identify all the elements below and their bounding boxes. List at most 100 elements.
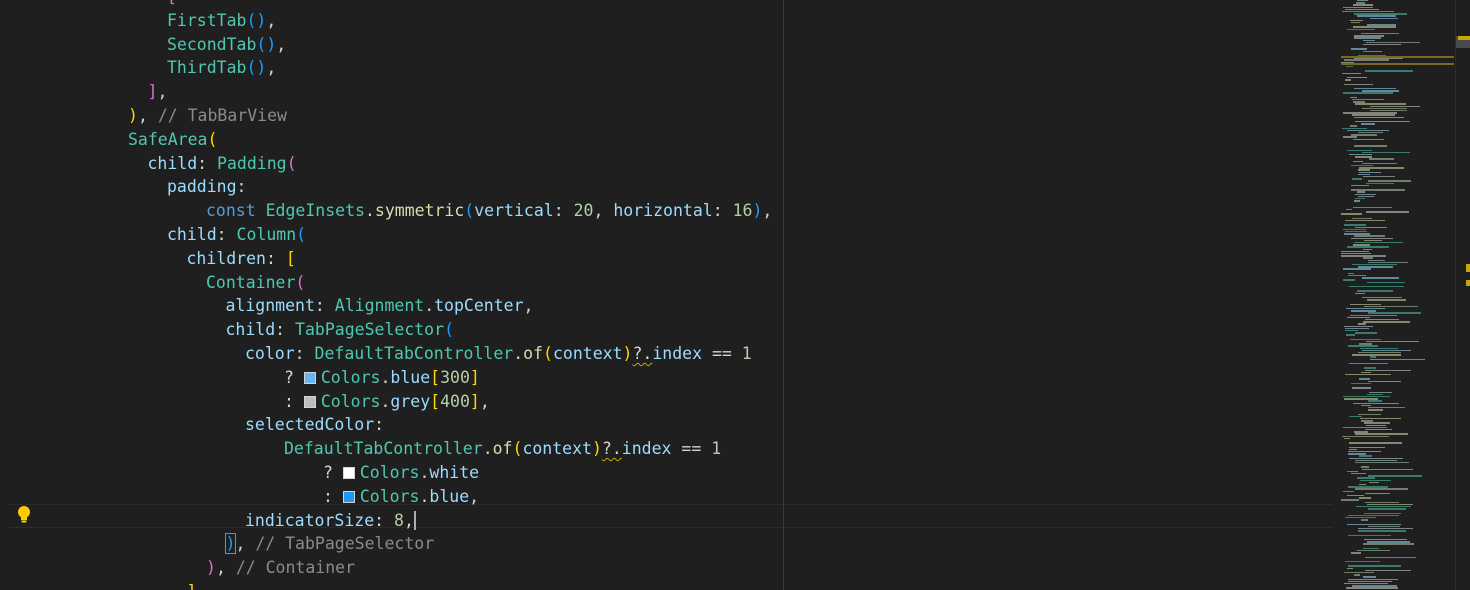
code-editor[interactable]: [FirstTab(),SecondTab(),ThirdTab(),],), … [0,0,1470,590]
minimap-line [1353,244,1370,246]
code-token: ( [464,201,475,221]
code-line[interactable]: ], [148,80,168,104]
minimap-line [1363,257,1373,259]
code-token: // TabBarView [157,106,287,125]
minimap-line [1369,391,1392,393]
vertical-scrollbar[interactable] [1455,0,1470,590]
code-token: color [245,344,295,363]
code-token: , [479,391,490,411]
code-token: of [523,344,544,363]
minimap-line [1351,134,1377,136]
minimap-line [1361,519,1368,521]
code-token: vertical [474,201,554,221]
minimap-line [1365,501,1399,503]
minimap-line [1368,312,1421,314]
minimap-line [1348,275,1366,277]
minimap-line [1367,299,1406,301]
code-token: ( [512,439,523,459]
minimap-line [1358,352,1401,354]
color-swatch[interactable] [342,490,355,503]
code-token: 1 [741,344,752,363]
color-swatch[interactable] [303,371,316,384]
code-token: ) [622,344,633,363]
minimap-line [1368,380,1401,382]
code-token: () [256,34,277,54]
code-line[interactable]: child: Padding( [148,152,297,176]
code-token: ) [752,201,763,221]
text-cursor [413,510,416,530]
code-token: : [374,415,385,435]
minimap-line [1367,281,1405,283]
code-line[interactable]: ), // TabPageSelector [224,532,434,556]
minimap-line [1351,48,1367,50]
code-token: 400 [440,391,470,411]
code-line[interactable]: ThirdTab(), [167,56,276,80]
code-token: Colors [359,486,420,506]
minimap-line [1365,492,1390,495]
code-line[interactable]: FirstTab(), [167,9,276,33]
code-line[interactable]: [ [167,0,177,9]
lightbulb-icon[interactable] [15,505,33,525]
minimap-line [1361,371,1371,374]
code-line[interactable]: ? Colors.white [323,461,479,485]
code-line[interactable]: const EdgeInsets.symmetric(vertical: 20,… [206,199,772,223]
code-line[interactable]: color: DefaultTabController.of(context)?… [245,342,752,366]
color-swatch[interactable] [303,395,316,408]
minimap-line [1364,539,1407,541]
code-token: : [323,486,343,506]
minimap-line [1363,248,1372,250]
minimap-line [1361,420,1373,422]
code-line[interactable]: ), // TabBarView [128,104,287,128]
code-token: ] [469,367,480,387]
minimap-line [1363,547,1379,550]
minimap-line [1361,33,1399,35]
code-line[interactable]: Container( [206,271,305,295]
code-line[interactable]: child: TabPageSelector( [226,318,455,342]
code-line[interactable]: padding: [167,175,246,199]
code-token: Container [206,272,296,292]
code-line[interactable]: selectedColor: [245,413,384,437]
code-token: , [593,201,614,221]
code-line[interactable]: SafeArea( [128,128,217,152]
code-token: : [275,320,296,340]
code-token: context [552,344,623,363]
minimap-line [1344,583,1388,585]
minimap-line [1345,79,1351,81]
minimap-line [1347,316,1370,319]
code-line[interactable]: : Colors.blue, [323,485,479,509]
code-line[interactable]: DefaultTabController.of(context)?.index … [284,437,721,461]
minimap-line [1364,367,1376,369]
code-line[interactable]: : Colors.grey[400], [284,390,490,414]
minimap-line [1365,70,1413,72]
code-line[interactable]: ], [187,580,207,590]
code-token: [ [285,248,296,268]
code-line[interactable]: ? Colors.blue[300] [284,366,480,390]
minimap-line [1363,543,1414,545]
code-token: index [652,344,703,363]
code-token: () [246,10,267,30]
code-token: : [294,344,315,363]
minimap-line [1351,237,1393,239]
minimap-line [1343,92,1393,94]
minimap-line [1341,253,1371,255]
scrollbar-warning-marker [1466,264,1470,272]
color-swatch[interactable] [342,467,355,479]
code-token: ) [206,558,216,578]
code-line[interactable]: alignment: Alignment.topCenter, [226,294,534,318]
code-line[interactable]: indicatorSize: 8, [245,509,416,533]
code-token: () [246,58,267,78]
minimap[interactable] [1335,0,1455,590]
minimap-line [1349,154,1372,156]
code-line[interactable]: ), // Container [206,556,355,580]
minimap-line [1348,534,1391,536]
code-line[interactable]: children: [ [187,247,296,271]
code-line[interactable]: child: Column( [167,223,306,247]
code-token: : [216,225,237,244]
code-line[interactable]: SecondTab(), [167,33,286,57]
minimap-line [1363,321,1410,323]
code-token: blue [390,367,431,387]
scrollbar-warning-marker [1458,36,1470,40]
code-area[interactable]: [FirstTab(),SecondTab(),ThirdTab(),],), … [0,0,1335,590]
code-token: Padding [217,153,287,173]
minimap-line [1348,486,1388,488]
